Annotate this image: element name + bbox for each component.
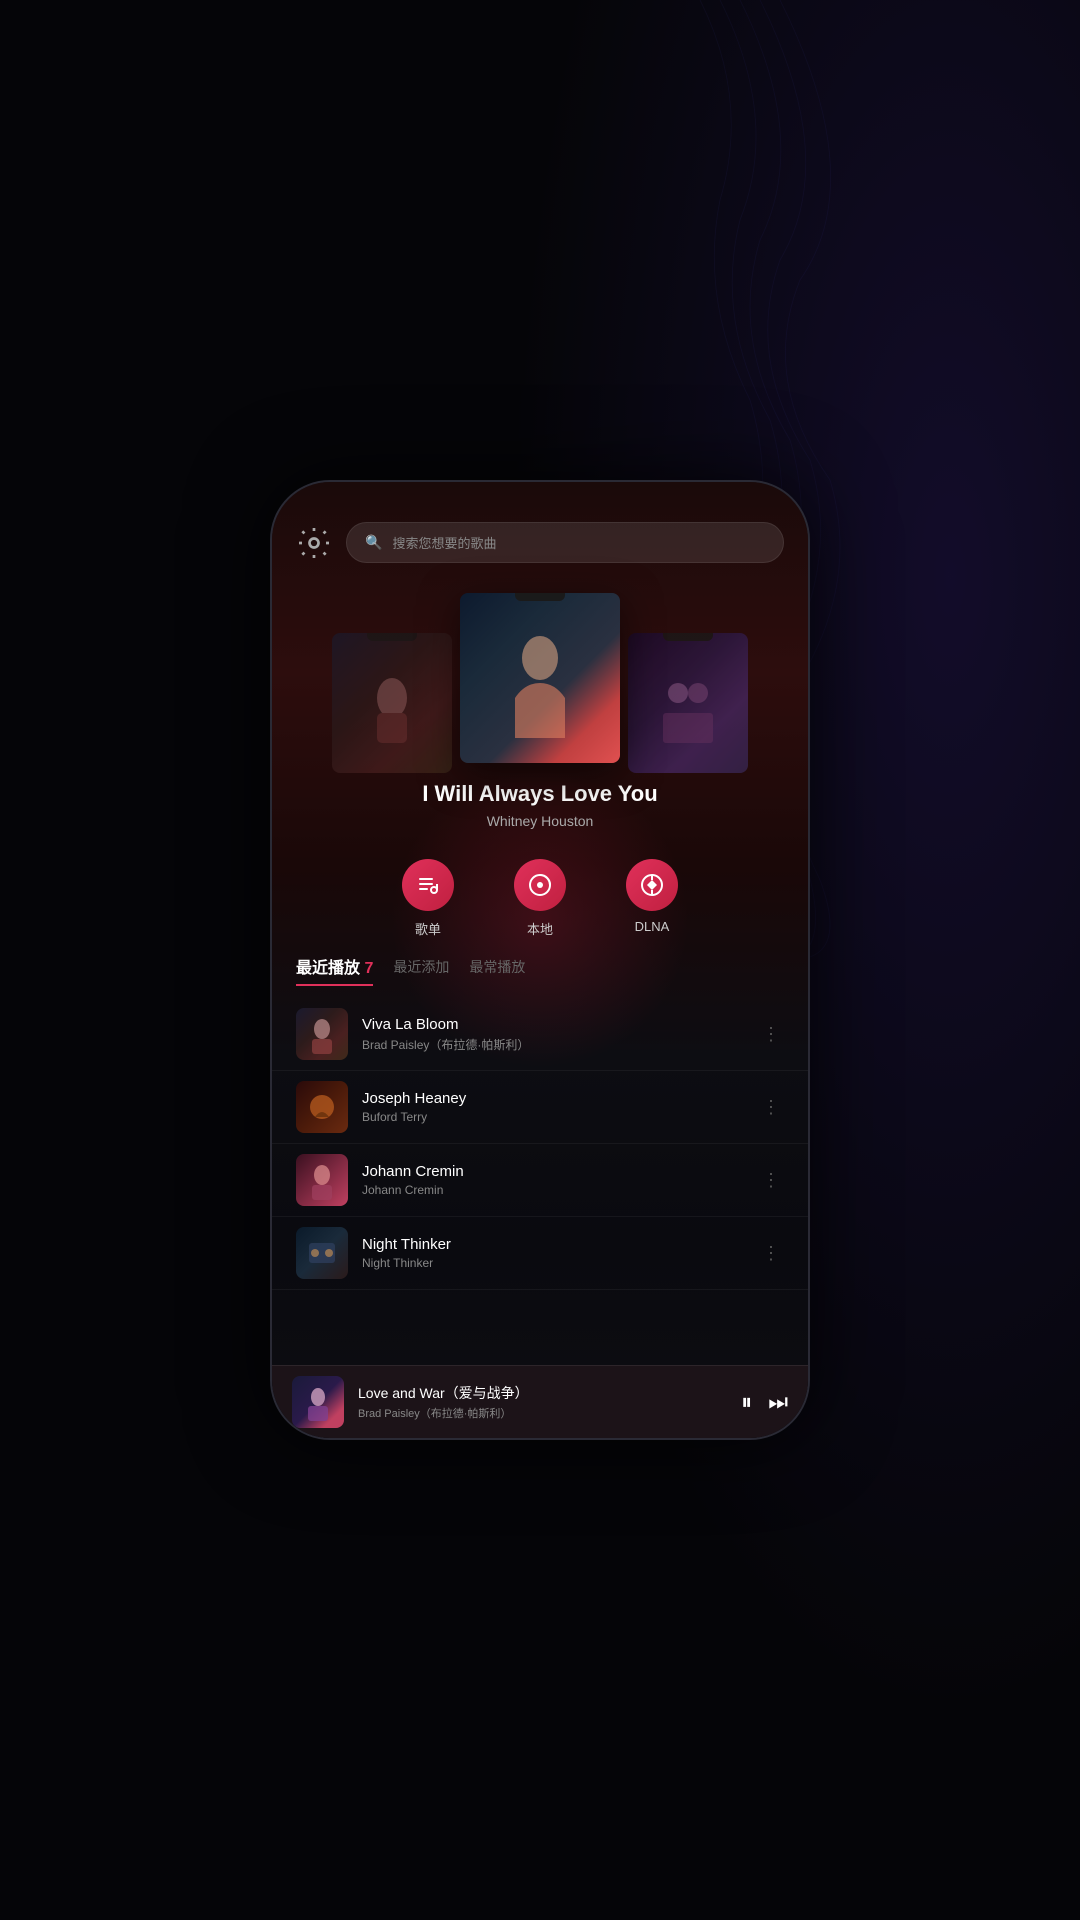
now-playing-controls: ⏸ ⏭: [741, 1389, 788, 1415]
tab-recent-add[interactable]: 最近添加: [393, 957, 449, 983]
header: 🔍 搜索您想要的歌曲: [272, 482, 808, 583]
album-card-right[interactable]: [628, 633, 748, 773]
song-artist-3: Johann Cremin: [362, 1183, 744, 1197]
album-card-left[interactable]: [332, 633, 452, 773]
search-icon: 🔍: [365, 534, 382, 551]
more-button-3[interactable]: ⋮: [758, 1166, 784, 1195]
song-item[interactable]: Johann Cremin Johann Cremin ⋮: [272, 1144, 808, 1217]
more-button-4[interactable]: ⋮: [758, 1239, 784, 1268]
album-carousel: [272, 583, 808, 763]
nav-item-dlna[interactable]: DLNA: [626, 859, 678, 938]
nav-item-playlist[interactable]: 歌单: [402, 859, 454, 938]
featured-song-artist: Whitney Houston: [292, 813, 788, 829]
song-artist-2: Buford Terry: [362, 1110, 744, 1124]
song-artist-4: Night Thinker: [362, 1256, 744, 1270]
now-playing-thumb: [292, 1376, 344, 1428]
tab-most-played[interactable]: 最常播放: [469, 957, 525, 983]
phone-frame: 🔍 搜索您想要的歌曲: [270, 480, 810, 1440]
now-playing-meta: Love and War（爱与战争） Brad Paisley（布拉德·帕斯利）: [358, 1383, 727, 1421]
song-artist-1: Brad Paisley（布拉德·帕斯利）: [362, 1036, 744, 1053]
settings-icon[interactable]: [296, 525, 332, 561]
next-button[interactable]: ⏭: [768, 1389, 788, 1415]
phone-content: 🔍 搜索您想要的歌曲: [272, 482, 808, 1438]
song-thumb-3: [296, 1154, 348, 1206]
pause-button[interactable]: ⏸: [741, 1389, 752, 1415]
tab-recent-play[interactable]: 最近播放 7: [296, 954, 373, 986]
playlist-icon: [402, 859, 454, 911]
dlna-icon: [626, 859, 678, 911]
song-meta-2: Joseph Heaney Buford Terry: [362, 1090, 744, 1124]
nav-icons: 歌单 本地: [272, 839, 808, 954]
song-thumb-4: [296, 1227, 348, 1279]
featured-song-info: I Will Always Love You Whitney Houston: [272, 763, 808, 839]
search-bar[interactable]: 🔍 搜索您想要的歌曲: [346, 522, 784, 563]
song-thumb-2: [296, 1081, 348, 1133]
song-title-1: Viva La Bloom: [362, 1016, 744, 1033]
search-placeholder: 搜索您想要的歌曲: [392, 533, 496, 552]
song-list: Viva La Bloom Brad Paisley（布拉德·帕斯利） ⋮ Jo…: [272, 998, 808, 1365]
nav-label-dlna: DLNA: [635, 919, 670, 934]
song-title-3: Johann Cremin: [362, 1163, 744, 1180]
vinyl-notch-center: [515, 593, 565, 601]
more-button-1[interactable]: ⋮: [758, 1020, 784, 1049]
now-playing-title: Love and War（爱与战争）: [358, 1383, 727, 1403]
song-meta-3: Johann Cremin Johann Cremin: [362, 1163, 744, 1197]
featured-song-title: I Will Always Love You: [292, 781, 788, 807]
vinyl-notch-left: [367, 633, 417, 641]
song-title-2: Joseph Heaney: [362, 1090, 744, 1107]
now-playing-bar: Love and War（爱与战争） Brad Paisley（布拉德·帕斯利）…: [272, 1365, 808, 1438]
nav-item-local[interactable]: 本地: [514, 859, 566, 938]
tab-count: 7: [364, 960, 373, 977]
more-button-2[interactable]: ⋮: [758, 1093, 784, 1122]
song-item[interactable]: Joseph Heaney Buford Terry ⋮: [272, 1071, 808, 1144]
album-card-center[interactable]: [460, 593, 620, 763]
tabs-row: 最近播放 7 最近添加 最常播放: [296, 954, 784, 986]
now-playing-artist: Brad Paisley（布拉德·帕斯利）: [358, 1405, 727, 1421]
song-meta-4: Night Thinker Night Thinker: [362, 1236, 744, 1270]
nav-label-local: 本地: [527, 919, 553, 938]
local-icon: [514, 859, 566, 911]
song-title-4: Night Thinker: [362, 1236, 744, 1253]
song-item[interactable]: Viva La Bloom Brad Paisley（布拉德·帕斯利） ⋮: [272, 998, 808, 1071]
nav-label-playlist: 歌单: [415, 919, 441, 938]
tabs-section: 最近播放 7 最近添加 最常播放: [272, 954, 808, 998]
vinyl-notch-right: [663, 633, 713, 641]
song-meta-1: Viva La Bloom Brad Paisley（布拉德·帕斯利）: [362, 1016, 744, 1053]
song-item[interactable]: Night Thinker Night Thinker ⋮: [272, 1217, 808, 1290]
song-thumb-1: [296, 1008, 348, 1060]
